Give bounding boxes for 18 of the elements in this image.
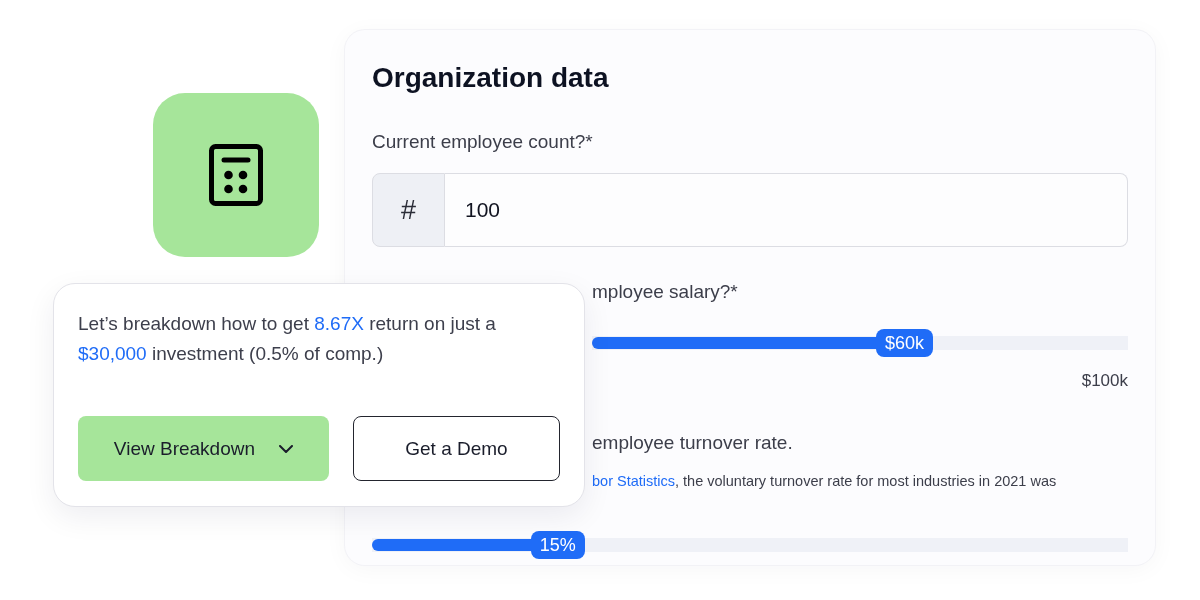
field-label: Current employee count?*	[372, 130, 594, 154]
employee-count-input[interactable]: 100	[445, 173, 1128, 247]
turnover-slider[interactable]: 15%	[372, 531, 1128, 559]
slider-max-label: $100k	[1081, 370, 1128, 392]
slider-thumb[interactable]: $60k	[876, 329, 934, 357]
slider-thumb[interactable]: 15%	[530, 531, 585, 559]
statistics-link[interactable]: bor Statistics	[592, 473, 675, 489]
chevron-down-icon	[279, 444, 294, 453]
salary-slider[interactable]: $60k	[592, 329, 1128, 357]
field-label: employee turnover rate.	[592, 431, 794, 455]
turnover-note: bor Statistics, the voluntary turnover rate for most industries in 2021 was	[592, 472, 1058, 491]
calculator-icon	[209, 144, 263, 206]
form-title: Organization data	[372, 61, 610, 95]
view-breakdown-button[interactable]: View Breakdown	[78, 416, 329, 481]
number-prefix: #	[372, 173, 445, 247]
offer-message: Let’s breakdown how to get 8.67X return on just a $30,000 investment (0.5% of comp.)	[78, 312, 497, 366]
field-label: mployee salary?*	[592, 280, 739, 304]
get-demo-button[interactable]: Get a Demo	[352, 416, 560, 481]
